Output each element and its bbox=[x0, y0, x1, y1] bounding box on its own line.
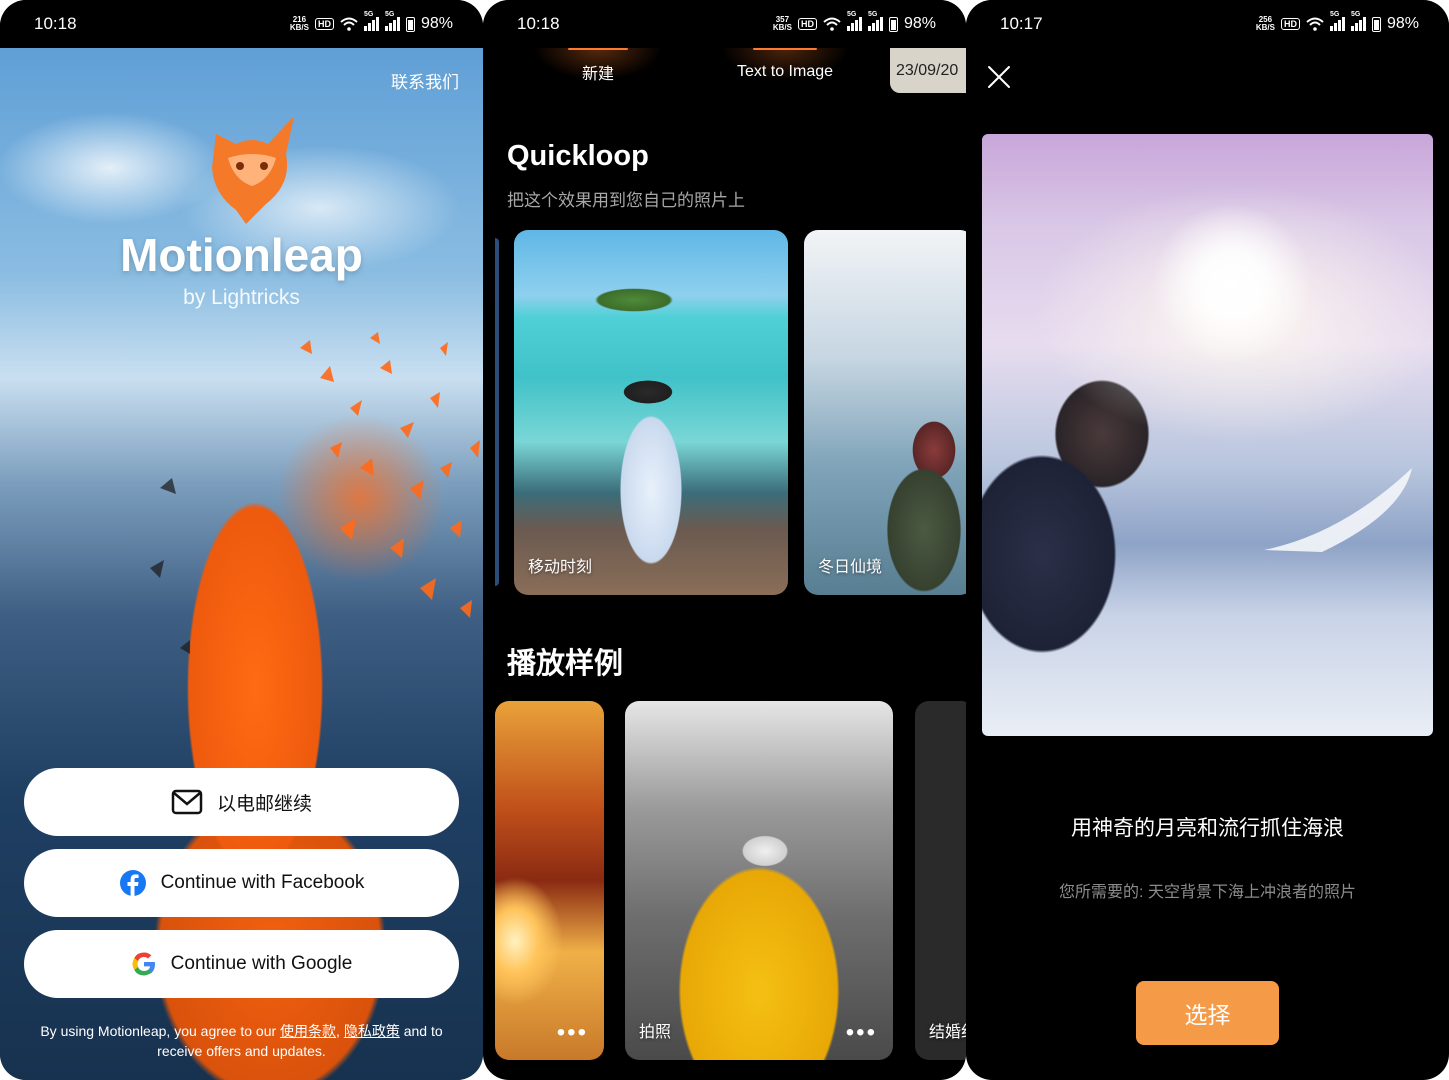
hd-voice-icon: HD bbox=[314, 18, 334, 30]
status-bar: 10:18 357 KB/S HD 5G 5G 98% bbox=[483, 0, 966, 48]
close-icon[interactable] bbox=[986, 64, 1012, 90]
home-screen: 10:18 357 KB/S HD 5G 5G 98% 新建 Text to Im… bbox=[483, 0, 966, 1080]
google-button-label: Continue with Google bbox=[170, 953, 353, 974]
template-requirement: 您所需要的: 天空背景下海上冲浪者的照片 bbox=[1059, 884, 1356, 901]
network-speed: 256 KB/S bbox=[1255, 15, 1275, 32]
app-name: Motionleap bbox=[120, 229, 363, 281]
template-headline: 用神奇的月亮和流行抓住海浪 bbox=[1071, 817, 1344, 840]
network-speed: 216 KB/S bbox=[289, 15, 309, 32]
select-photo-button[interactable]: 选择 bbox=[1136, 981, 1279, 1045]
battery-icon bbox=[1371, 16, 1381, 32]
card-label: 移动时刻 bbox=[528, 559, 593, 576]
card-label: 拍照 bbox=[639, 1024, 672, 1041]
battery-level: 98% bbox=[1386, 15, 1419, 32]
battery-level: 98% bbox=[420, 15, 453, 32]
card-label: 结婚纪 bbox=[929, 1024, 966, 1041]
card-label: 冬日仙境 bbox=[818, 559, 883, 576]
motionleap-fox-logo-icon bbox=[212, 116, 294, 224]
continue-google-button[interactable]: Continue with Google bbox=[24, 930, 459, 998]
status-time: 10:18 bbox=[517, 14, 560, 33]
tab-text-to-image[interactable]: Text to Image bbox=[705, 48, 865, 96]
quickloop-card[interactable]: 移动时刻 bbox=[514, 230, 788, 595]
facebook-icon bbox=[119, 870, 146, 896]
surfboard-shape bbox=[1264, 468, 1412, 552]
wifi-icon bbox=[1306, 17, 1324, 31]
template-preview-image bbox=[982, 134, 1433, 736]
login-screen: 10:18 216 KB/S HD 5G 5G 98% 联系我们 Motionl… bbox=[0, 0, 483, 1080]
continue-email-button[interactable]: 以电邮继续 bbox=[24, 768, 459, 836]
signal-icon: 5G bbox=[1329, 11, 1345, 31]
more-options-icon[interactable]: ••• bbox=[846, 1021, 877, 1045]
signal-icon: 5G bbox=[846, 11, 862, 31]
email-button-label: 以电邮继续 bbox=[216, 793, 312, 815]
battery-icon bbox=[888, 16, 898, 32]
recent-project-thumbnail[interactable]: 23/09/20 bbox=[890, 48, 966, 93]
battery-level: 98% bbox=[903, 15, 936, 32]
status-icons: 357 KB/S HD 5G 5G 98% bbox=[772, 11, 936, 33]
continue-facebook-button[interactable]: Continue with Facebook bbox=[24, 849, 459, 917]
contact-us-link[interactable]: 联系我们 bbox=[391, 68, 459, 93]
tab-new[interactable]: 新建 bbox=[523, 48, 673, 96]
terms-of-use-link[interactable]: 使用条款 bbox=[280, 1023, 336, 1039]
sample-card[interactable]: ••• bbox=[495, 701, 604, 1060]
app-byline: by Lightricks bbox=[183, 286, 300, 309]
facebook-button-label: Continue with Facebook bbox=[160, 872, 365, 893]
signal-icon: 5G bbox=[363, 11, 379, 31]
signal-icon: 5G bbox=[867, 11, 883, 31]
status-icons: 256 KB/S HD 5G 5G 98% bbox=[1255, 11, 1419, 33]
status-bar: 10:17 256 KB/S HD 5G 5G 98% bbox=[966, 0, 1449, 48]
wifi-icon bbox=[823, 17, 841, 31]
quickloop-title: Quickloop bbox=[507, 140, 649, 172]
status-bar: 10:18 216 KB/S HD 5G 5G 98% bbox=[0, 0, 483, 48]
quickloop-card[interactable]: 冬日仙境 bbox=[804, 230, 966, 595]
samples-title: 播放样例 bbox=[507, 648, 624, 680]
hd-voice-icon: HD bbox=[1280, 18, 1300, 30]
previous-card-edge[interactable] bbox=[495, 238, 499, 586]
more-options-icon[interactable]: ••• bbox=[557, 1021, 588, 1045]
terms-notice: By using Motionleap, you agree to our 使用… bbox=[40, 1023, 443, 1059]
sample-card[interactable]: 结婚纪 bbox=[915, 701, 966, 1060]
wifi-icon bbox=[340, 17, 358, 31]
quickloop-subtitle: 把这个效果用到您自己的照片上 bbox=[507, 191, 745, 210]
sample-card[interactable]: 拍照 ••• bbox=[625, 701, 893, 1060]
status-icons: 216 KB/S HD 5G 5G 98% bbox=[289, 11, 453, 33]
hd-voice-icon: HD bbox=[797, 18, 817, 30]
battery-icon bbox=[405, 16, 415, 32]
mail-icon bbox=[171, 789, 203, 815]
privacy-policy-link[interactable]: 隐私政策 bbox=[344, 1023, 400, 1039]
network-speed: 357 KB/S bbox=[772, 15, 792, 32]
google-icon bbox=[132, 952, 155, 976]
status-time: 10:17 bbox=[1000, 14, 1043, 33]
status-time: 10:18 bbox=[34, 14, 77, 33]
template-preview-screen: 10:17 256 KB/S HD 5G 5G 98% 用神奇的月亮和流行抓住海浪… bbox=[966, 0, 1449, 1080]
signal-icon: 5G bbox=[384, 11, 400, 31]
signal-icon: 5G bbox=[1350, 11, 1366, 31]
